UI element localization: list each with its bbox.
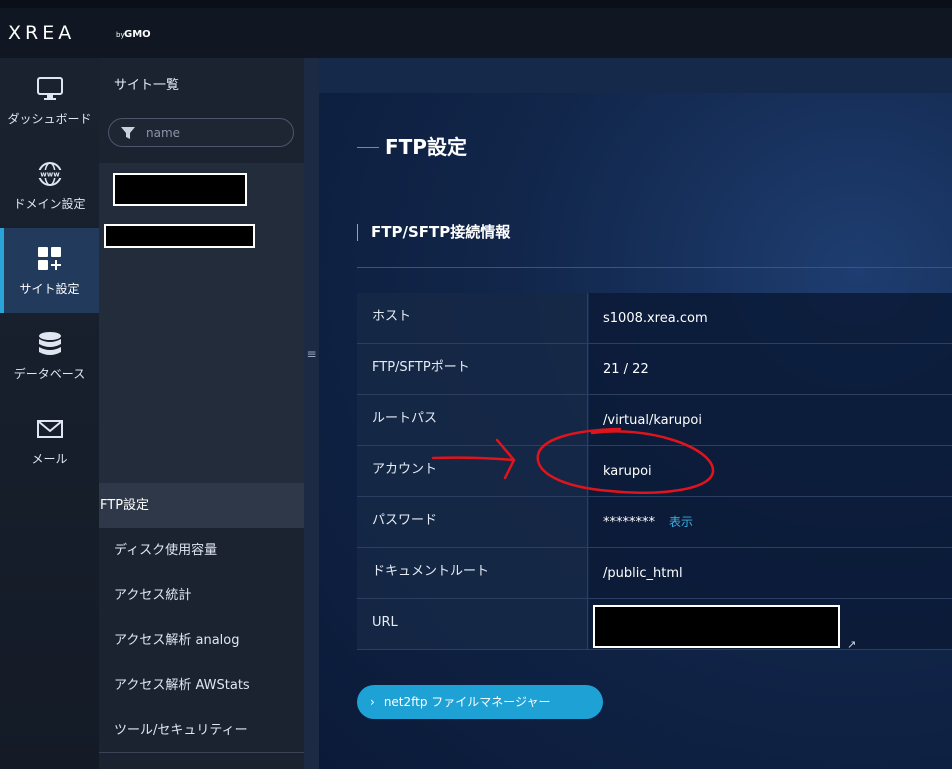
- drag-handle-icon[interactable]: ≡: [306, 347, 317, 361]
- row-value: /virtual/karupoi: [589, 395, 952, 445]
- site-filter-input[interactable]: [146, 123, 286, 143]
- table-row-root-path: ルートパス /virtual/karupoi: [357, 395, 952, 446]
- show-password-link[interactable]: 表示: [669, 515, 693, 529]
- site-list: [99, 163, 304, 483]
- external-link-icon[interactable]: ↗: [847, 619, 856, 670]
- row-key: アカウント: [357, 446, 588, 496]
- nav-item-site-settings[interactable]: サイト設定: [0, 228, 99, 313]
- globe-www-icon: www: [38, 162, 62, 186]
- menu-tools-security[interactable]: ツール/セキュリティー: [99, 708, 304, 753]
- top-bar: XREA by GMO: [0, 0, 952, 58]
- row-key: ドキュメントルート: [357, 548, 588, 598]
- row-value: s1008.xrea.com: [589, 293, 952, 343]
- divider: [99, 752, 304, 753]
- nav-item-dashboard[interactable]: ダッシュボード: [0, 58, 99, 143]
- logo-gmo-text: GMO: [124, 29, 151, 40]
- redacted-url[interactable]: [593, 605, 840, 648]
- filter-icon: [121, 127, 135, 139]
- title-dash-decoration: [357, 146, 379, 148]
- page-title: FTP設定: [357, 131, 467, 160]
- nav-label-mail: メール: [31, 452, 68, 466]
- table-row-port: FTP/SFTPポート 21 / 22: [357, 344, 952, 395]
- monitor-icon: [37, 77, 63, 100]
- row-value: 21 / 22: [589, 344, 952, 394]
- grid-plus-icon: [38, 247, 61, 270]
- xrea-logo[interactable]: XREA: [8, 22, 75, 44]
- nav-label-domain: ドメイン設定: [13, 197, 86, 211]
- table-row-account: アカウント karupoi: [357, 446, 952, 497]
- chevron-right-icon: ›: [370, 695, 375, 709]
- nav-label-dashboard: ダッシュボード: [7, 112, 92, 126]
- menu-ftp-settings[interactable]: FTP設定: [99, 483, 304, 528]
- site-panel: サイト一覧 FTP設定 ディスク使用容量 アクセス統計 アクセス解析 analo…: [99, 58, 304, 769]
- nav-item-database[interactable]: データベース: [0, 313, 99, 398]
- table-row-host: ホスト s1008.xrea.com: [357, 293, 952, 344]
- row-value: karupoi: [589, 446, 952, 496]
- left-nav: ダッシュボード www ドメイン設定 サイト設定 データベース メール: [0, 58, 99, 769]
- nav-label-site-settings: サイト設定: [19, 282, 80, 296]
- section-divider: [357, 267, 952, 268]
- section-title: FTP/SFTP接続情報: [357, 224, 510, 241]
- nav-label-database: データベース: [13, 367, 86, 381]
- page-title-text: FTP設定: [385, 135, 467, 159]
- site-filter[interactable]: [108, 118, 294, 147]
- main-content: FTP設定 FTP/SFTP接続情報 ホスト s1008.xrea.com FT…: [319, 58, 952, 769]
- row-key: ルートパス: [357, 395, 588, 445]
- panel-splitter[interactable]: ≡: [304, 58, 319, 769]
- redacted-site-name[interactable]: [113, 173, 247, 206]
- redacted-site-name[interactable]: [104, 224, 255, 248]
- password-mask: ********: [603, 515, 655, 530]
- table-row-password: パスワード ******** 表示: [357, 497, 952, 548]
- menu-analog[interactable]: アクセス解析 analog: [99, 618, 304, 663]
- main-top-band: [319, 58, 952, 93]
- svg-text:www: www: [40, 171, 60, 179]
- ftp-info-table: ホスト s1008.xrea.com FTP/SFTPポート 21 / 22 ル…: [357, 293, 952, 651]
- table-row-document-root: ドキュメントルート /public_html: [357, 548, 952, 599]
- row-key: パスワード: [357, 497, 588, 547]
- row-value-password: ******** 表示: [589, 497, 952, 547]
- nav-item-domain[interactable]: www ドメイン設定: [0, 143, 99, 228]
- envelope-icon: [37, 420, 63, 438]
- menu-awstats[interactable]: アクセス解析 AWStats: [99, 663, 304, 708]
- row-key: ホスト: [357, 293, 588, 343]
- net2ftp-button[interactable]: › net2ftp ファイルマネージャー: [357, 685, 603, 719]
- site-panel-header: サイト一覧: [99, 58, 304, 163]
- nav-item-mail[interactable]: メール: [0, 398, 99, 483]
- menu-disk-usage[interactable]: ディスク使用容量: [99, 528, 304, 573]
- top-strip: [0, 0, 952, 8]
- row-key: FTP/SFTPポート: [357, 344, 588, 394]
- database-icon: [39, 332, 61, 355]
- row-value: /public_html: [589, 548, 952, 598]
- table-row-url: URL ↗: [357, 599, 952, 651]
- net2ftp-button-label: net2ftp ファイルマネージャー: [383, 695, 551, 709]
- row-value-url: ↗: [589, 599, 952, 651]
- site-list-title: サイト一覧: [114, 78, 180, 93]
- row-key: URL: [357, 599, 588, 649]
- menu-access-stats[interactable]: アクセス統計: [99, 573, 304, 618]
